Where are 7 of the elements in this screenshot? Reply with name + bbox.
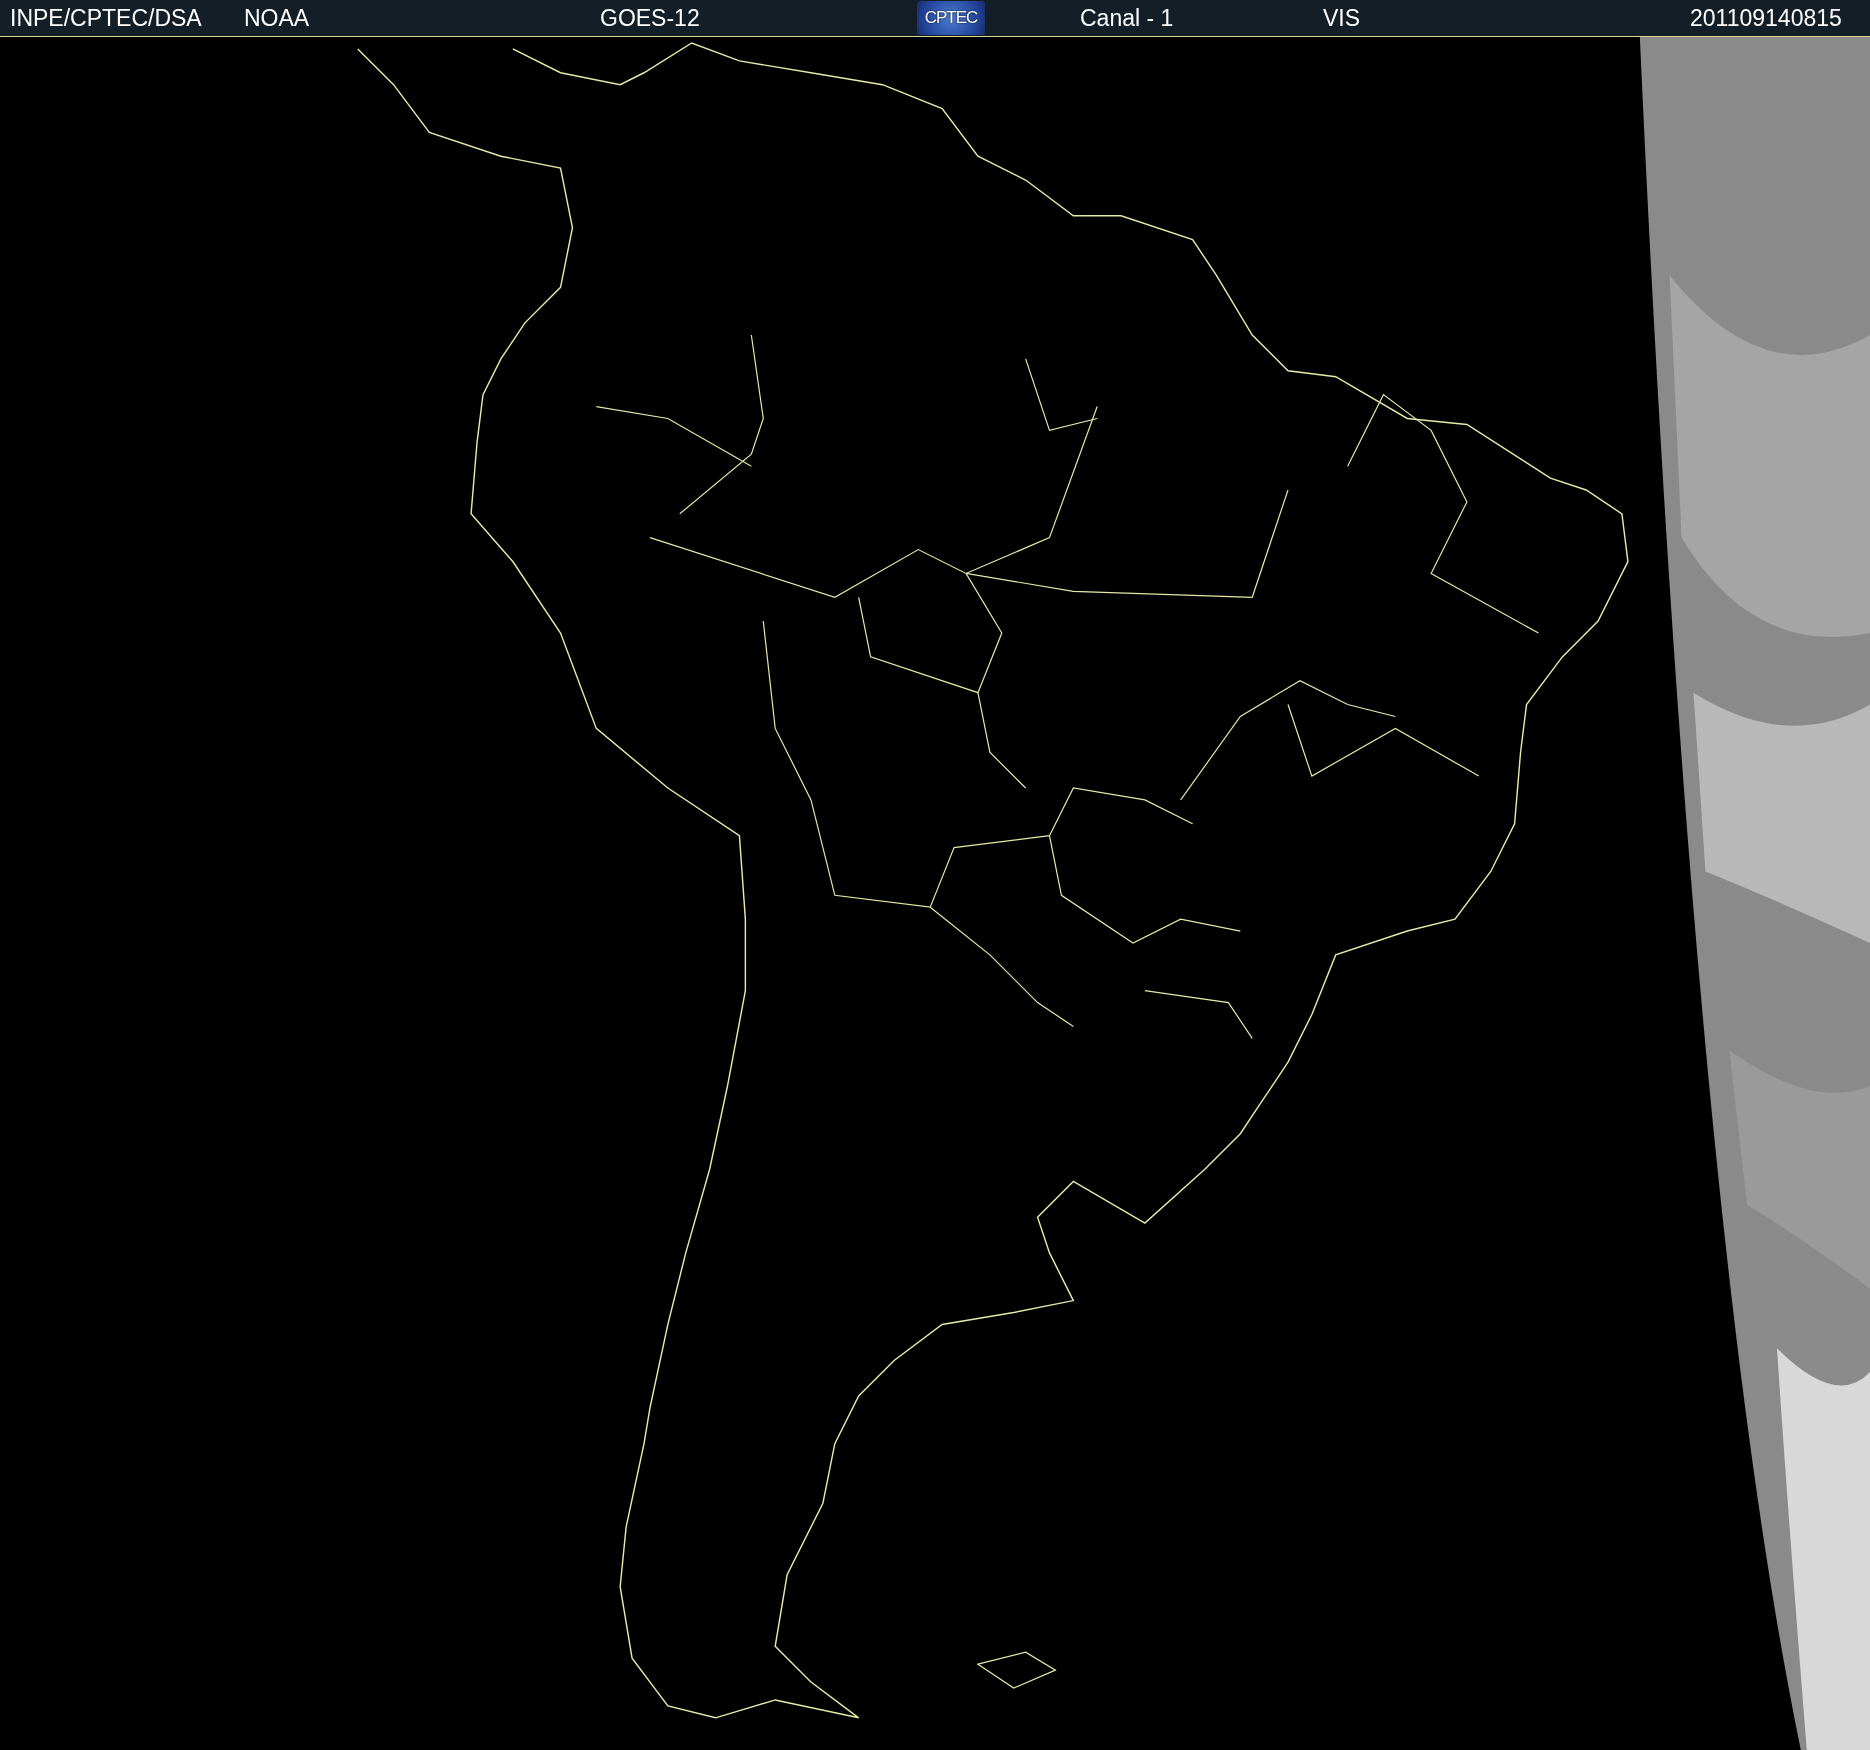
header-label: Canal - 1	[1080, 4, 1174, 32]
header-label: INPE/CPTEC/DSA	[9, 4, 202, 32]
logo: CPTEC	[917, 1, 985, 35]
header-label: GOES-12	[600, 4, 700, 32]
header-label: VIS	[1323, 4, 1361, 32]
header-label: 201109140815	[1690, 4, 1842, 32]
header-label: NOAA	[244, 4, 310, 32]
